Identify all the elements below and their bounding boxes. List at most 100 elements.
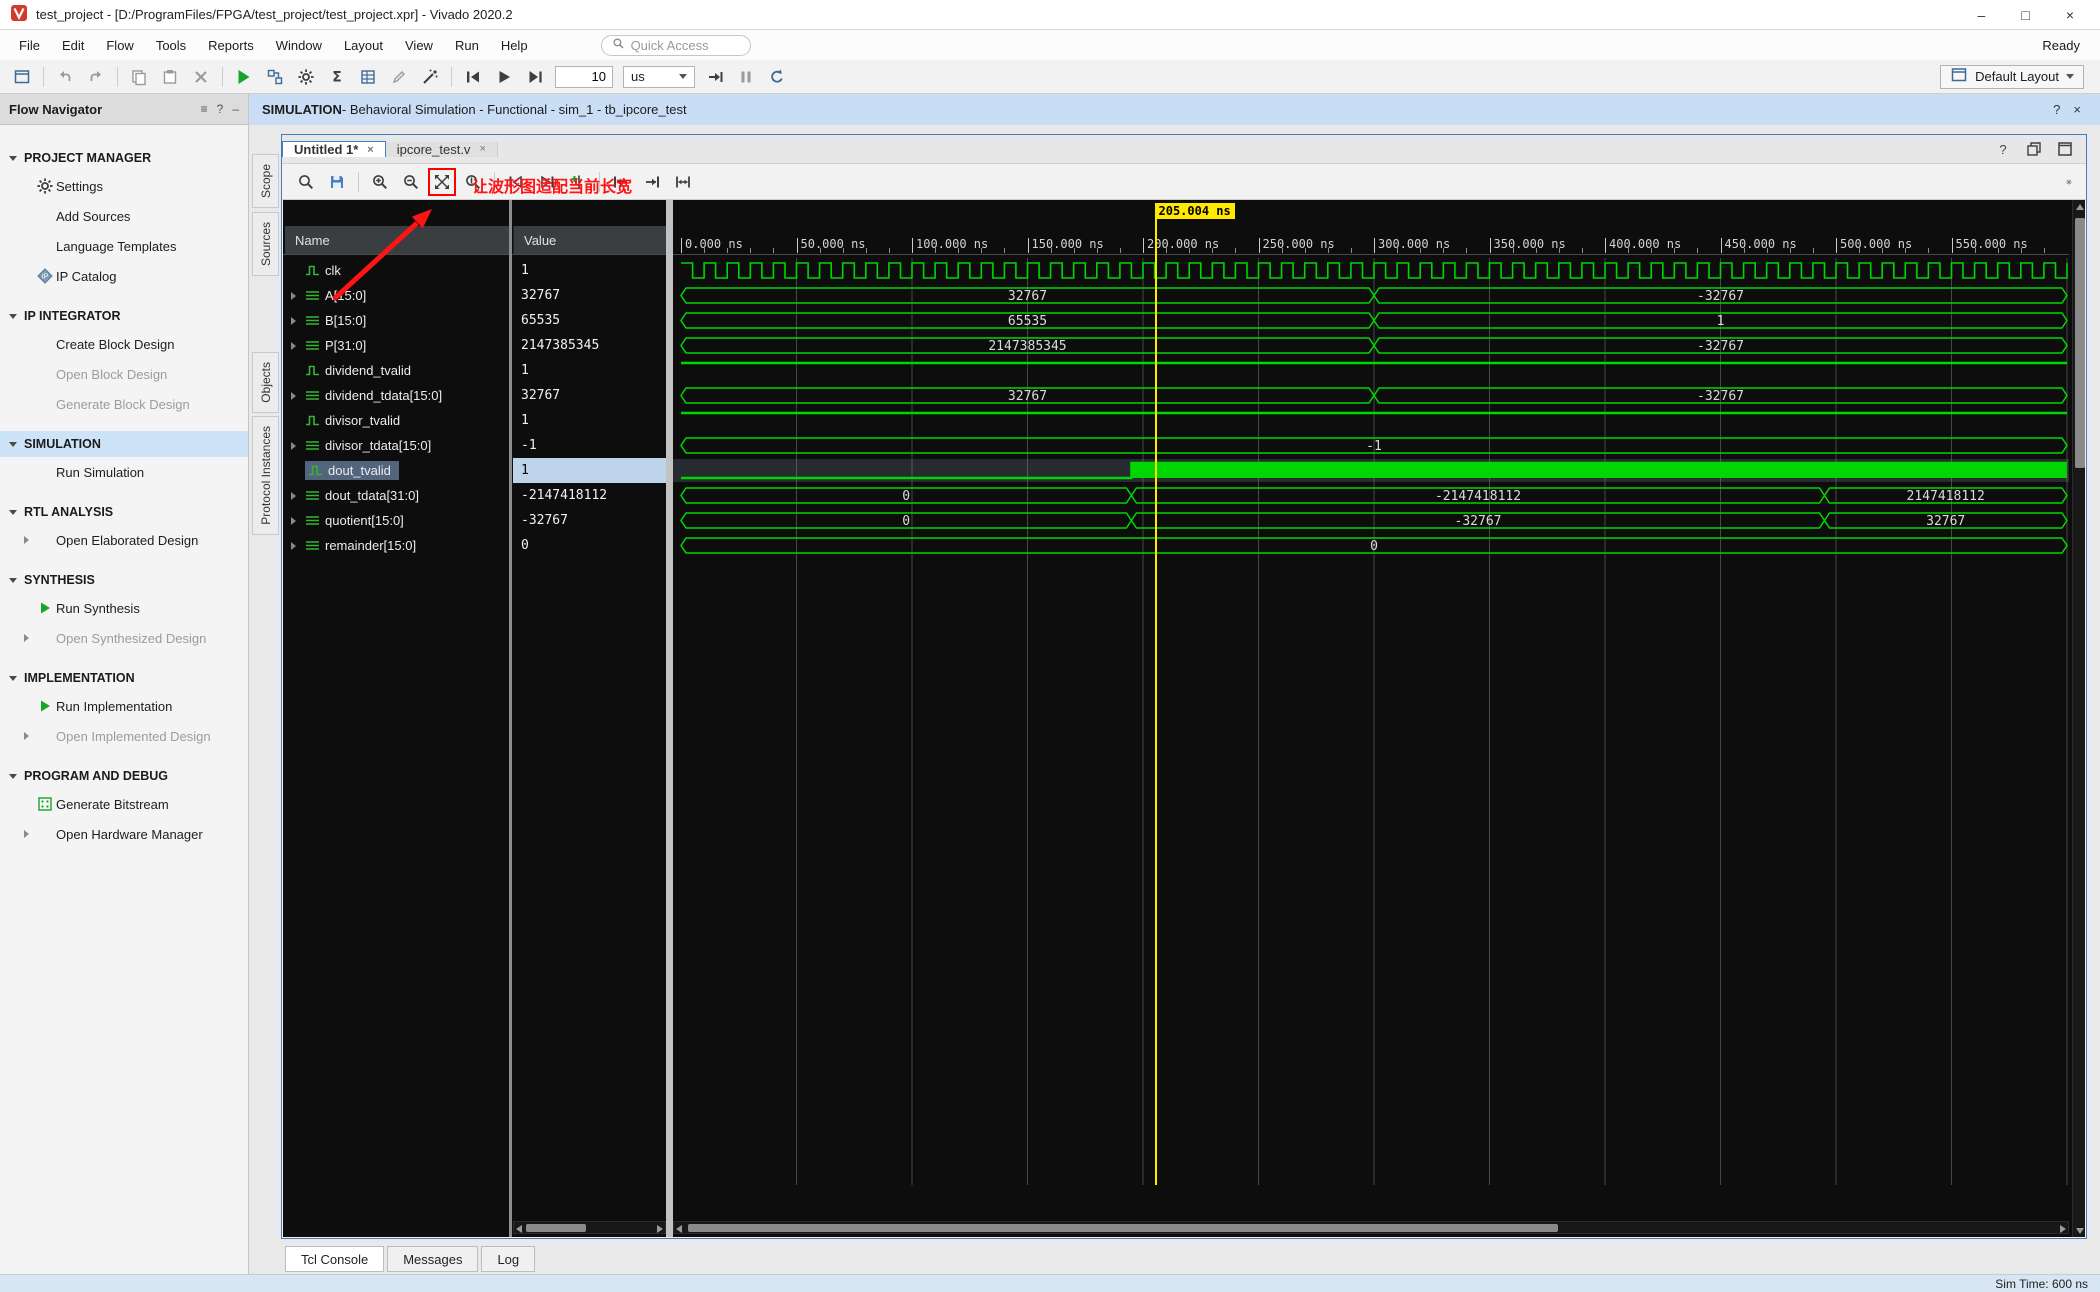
layout-select[interactable]: Default Layout — [1940, 64, 2084, 89]
zoom-cursor-icon[interactable] — [463, 172, 483, 192]
signal-name-row[interactable]: A[15:0] — [285, 283, 509, 308]
zoom-in-icon[interactable] — [370, 172, 390, 192]
side-tab-sources[interactable]: Sources — [252, 212, 279, 277]
zoom-out-icon[interactable] — [401, 172, 421, 192]
wave-clk[interactable] — [681, 262, 2068, 279]
nav-item-generate-bitstream[interactable]: Generate Bitstream — [0, 789, 248, 819]
menu-item-layout[interactable]: Layout — [333, 33, 394, 58]
name-value-splitter[interactable] — [509, 200, 512, 1237]
expand-chevron-icon[interactable] — [291, 316, 305, 325]
edge-prev-icon[interactable] — [506, 172, 526, 192]
nav-item-language-templates[interactable]: Language Templates — [0, 231, 248, 261]
name-column-scrollbar[interactable] — [513, 1221, 666, 1234]
nav-section-synthesis[interactable]: SYNTHESIS — [0, 567, 248, 593]
nav-section-simulation[interactable]: SIMULATION — [0, 431, 248, 457]
menu-item-flow[interactable]: Flow — [95, 33, 144, 58]
wave-remainder-15-0[interactable]: 0 — [680, 537, 2068, 554]
help-icon[interactable]: ? — [2053, 102, 2060, 117]
value-column-header[interactable]: Value — [513, 226, 666, 254]
edit-pencil-icon[interactable] — [389, 67, 409, 87]
float-icon[interactable] — [2024, 139, 2044, 159]
probe-wand-icon[interactable] — [420, 67, 440, 87]
scroll-down-icon[interactable] — [2076, 1228, 2084, 1234]
nav-item-add-sources[interactable]: Add Sources — [0, 201, 248, 231]
scroll-right-icon[interactable] — [657, 1225, 663, 1233]
time-unit-select[interactable]: us — [623, 65, 695, 88]
expand-chevron-icon[interactable] — [291, 391, 305, 400]
menu-item-run[interactable]: Run — [444, 33, 490, 58]
name-column-header[interactable]: Name — [285, 226, 509, 254]
signal-name-row[interactable]: dividend_tdata[15:0] — [285, 383, 509, 408]
sim-run-for-icon[interactable] — [525, 67, 545, 87]
expand-chevron-icon[interactable] — [291, 341, 305, 350]
quick-access-search[interactable]: Quick Access — [600, 34, 751, 56]
nav-section-project-manager[interactable]: PROJECT MANAGER — [0, 145, 248, 171]
nav-item-settings[interactable]: Settings — [0, 171, 248, 201]
signal-name-row[interactable]: dividend_tvalid — [285, 358, 509, 383]
settings-gear-icon[interactable] — [296, 67, 316, 87]
span-range-icon[interactable] — [673, 172, 693, 192]
side-tab-scope[interactable]: Scope — [252, 154, 279, 209]
scroll-right-icon[interactable] — [2060, 1225, 2066, 1233]
scrollbar-thumb[interactable] — [2075, 218, 2085, 468]
menu-item-reports[interactable]: Reports — [197, 33, 265, 58]
nav-item-open-elaborated-design[interactable]: Open Elaborated Design — [0, 525, 248, 555]
expand-chevron-icon[interactable] — [291, 441, 305, 450]
signal-name-row[interactable]: dout_tvalid — [285, 458, 509, 483]
signal-name-row[interactable]: remainder[15:0] — [285, 533, 509, 558]
side-tab-protocol-instances[interactable]: Protocol Instances — [252, 416, 279, 535]
help-icon[interactable]: ? — [217, 102, 224, 116]
paste-icon[interactable] — [160, 67, 180, 87]
nav-item-open-hardware-manager[interactable]: Open Hardware Manager — [0, 819, 248, 849]
close-icon[interactable]: × — [479, 143, 485, 155]
nav-item-generate-block-design[interactable]: Generate Block Design — [0, 389, 248, 419]
scroll-left-icon[interactable] — [516, 1225, 522, 1233]
nav-section-ip-integrator[interactable]: IP INTEGRATOR — [0, 303, 248, 329]
sim-pause-icon[interactable] — [736, 67, 756, 87]
nav-section-rtl-analysis[interactable]: RTL ANALYSIS — [0, 499, 248, 525]
run-icon[interactable] — [234, 67, 254, 87]
nav-item-open-block-design[interactable]: Open Block Design — [0, 359, 248, 389]
add-marker-icon[interactable] — [568, 172, 588, 192]
scroll-left-icon[interactable] — [676, 1225, 682, 1233]
wave-divisor-tdata-15-0[interactable]: -1 — [680, 437, 2068, 454]
project-window-icon[interactable] — [12, 67, 32, 87]
signal-name-row[interactable]: quotient[15:0] — [285, 508, 509, 533]
signal-name-row[interactable]: dout_tdata[31:0] — [285, 483, 509, 508]
signal-name-row[interactable]: divisor_tdata[15:0] — [285, 433, 509, 458]
nav-section-implementation[interactable]: IMPLEMENTATION — [0, 665, 248, 691]
goto-start-icon[interactable] — [611, 172, 631, 192]
tab-ipcore-test-v[interactable]: ipcore_test.v × — [385, 141, 498, 157]
goto-end-icon[interactable] — [642, 172, 662, 192]
tab-untitled-1[interactable]: Untitled 1* × — [282, 141, 386, 157]
expand-chevron-icon[interactable] — [291, 491, 305, 500]
menu-item-file[interactable]: File — [8, 33, 51, 58]
copy-icon[interactable] — [129, 67, 149, 87]
sim-relaunch-icon[interactable] — [767, 67, 787, 87]
menu-item-view[interactable]: View — [394, 33, 444, 58]
help-icon[interactable]: ? — [1993, 139, 2013, 159]
signal-name-row[interactable]: divisor_tvalid — [285, 408, 509, 433]
scrollbar-thumb[interactable] — [526, 1224, 586, 1232]
nav-item-open-synthesized-design[interactable]: Open Synthesized Design — [0, 623, 248, 653]
sim-restart-icon[interactable] — [463, 67, 483, 87]
nav-section-program-and-debug[interactable]: PROGRAM AND DEBUG — [0, 763, 248, 789]
zoom-fit-icon[interactable] — [428, 167, 456, 196]
menu-item-window[interactable]: Window — [265, 33, 333, 58]
nav-item-run-synthesis[interactable]: Run Synthesis — [0, 593, 248, 623]
save-icon[interactable] — [327, 172, 347, 192]
nav-item-open-implemented-design[interactable]: Open Implemented Design — [0, 721, 248, 751]
menu-item-help[interactable]: Help — [490, 33, 539, 58]
toggle-icon[interactable]: ≡ — [201, 102, 208, 116]
close-icon[interactable]: × — [367, 144, 373, 156]
nav-item-create-block-design[interactable]: Create Block Design — [0, 329, 248, 359]
menu-item-tools[interactable]: Tools — [145, 33, 197, 58]
search-icon[interactable] — [296, 172, 316, 192]
nav-item-ip-catalog[interactable]: IP IP Catalog — [0, 261, 248, 291]
expand-chevron-icon[interactable] — [291, 291, 305, 300]
scrollbar-thumb[interactable] — [688, 1224, 1558, 1232]
block-design-icon[interactable] — [265, 67, 285, 87]
window-minimize-button[interactable]: – — [1978, 0, 1986, 30]
sim-run-all-icon[interactable] — [494, 67, 514, 87]
timeline-ruler[interactable]: 0.000 ns 50.000 ns 100.000 ns 150.000 ns 200… — [673, 200, 2069, 258]
